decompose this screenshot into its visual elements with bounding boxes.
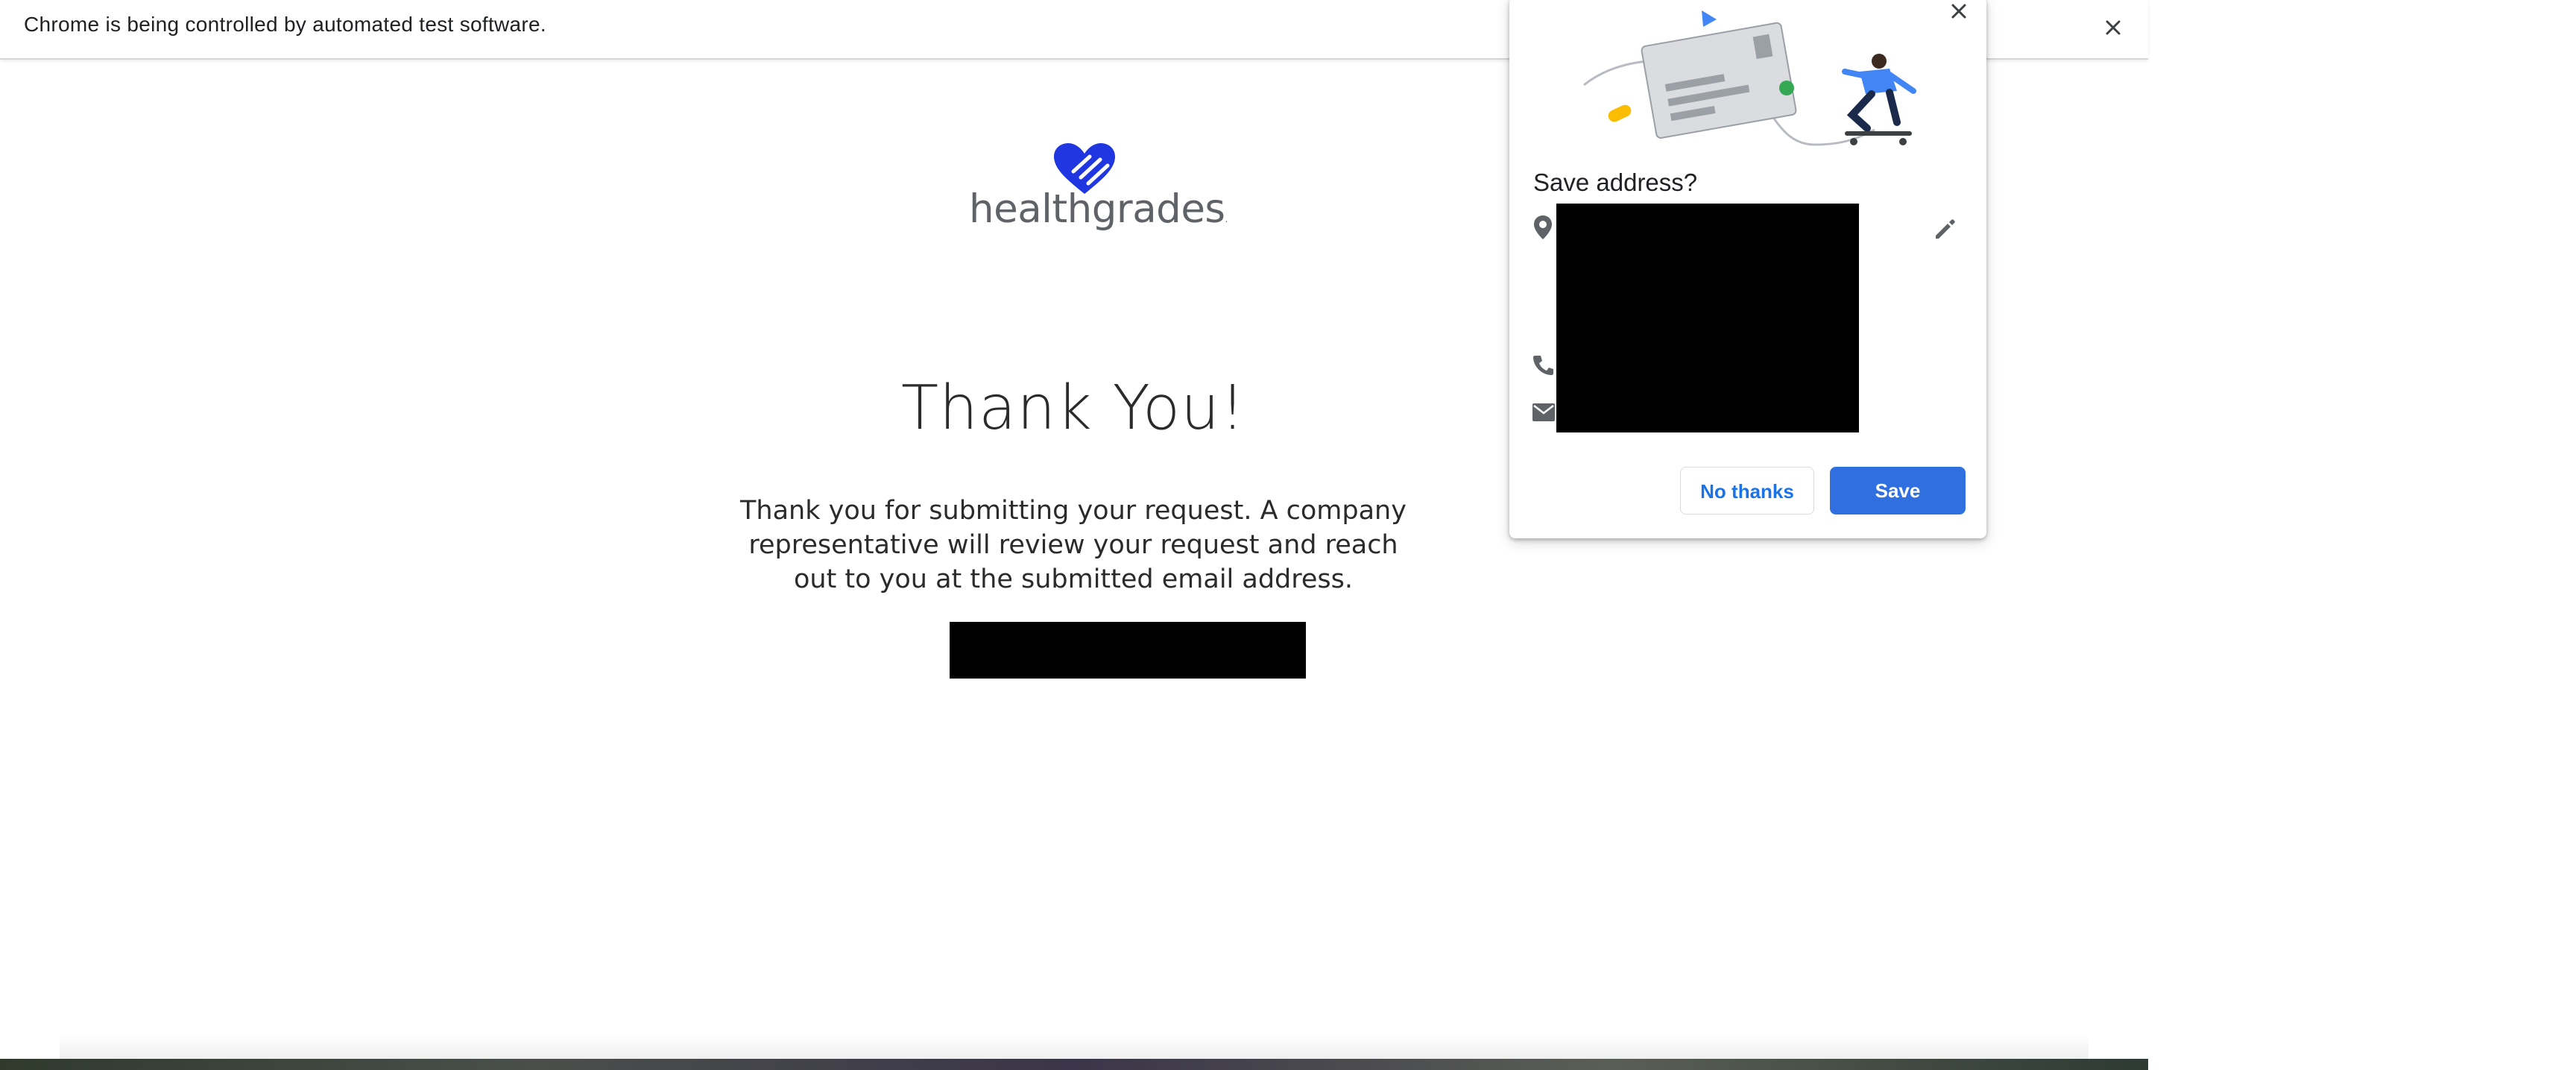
close-icon[interactable] — [1946, 0, 1972, 24]
confirmation-message: Thank you for submitting your request. A… — [740, 496, 1407, 594]
redacted-block — [950, 622, 1306, 679]
save-button[interactable]: Save — [1830, 467, 1966, 514]
thank-you-heading: Thank You! — [900, 373, 1246, 444]
logo-tm: . — [1225, 214, 1228, 224]
popup-title: Save address? — [1533, 169, 1698, 196]
location-pin-icon — [1534, 215, 1552, 239]
close-icon[interactable] — [2098, 13, 2128, 43]
logo-text: healthgrades — [969, 186, 1225, 232]
no-thanks-button[interactable]: No thanks — [1680, 467, 1814, 514]
healthgrades-wordmark: healthgrades. — [969, 186, 1228, 232]
edit-pencil-icon[interactable] — [1933, 218, 1957, 242]
infobar-message: Chrome is being controlled by automated … — [24, 13, 546, 36]
redacted-address-details — [1556, 204, 1859, 432]
phone-icon — [1533, 356, 1553, 375]
desktop-background-strip — [0, 1059, 2148, 1070]
email-icon — [1532, 403, 1555, 421]
background-blank — [2148, 0, 2576, 1070]
address-illustration — [1583, 10, 1916, 146]
save-address-popup: Save address? No thanks Save — [1509, 0, 1986, 538]
